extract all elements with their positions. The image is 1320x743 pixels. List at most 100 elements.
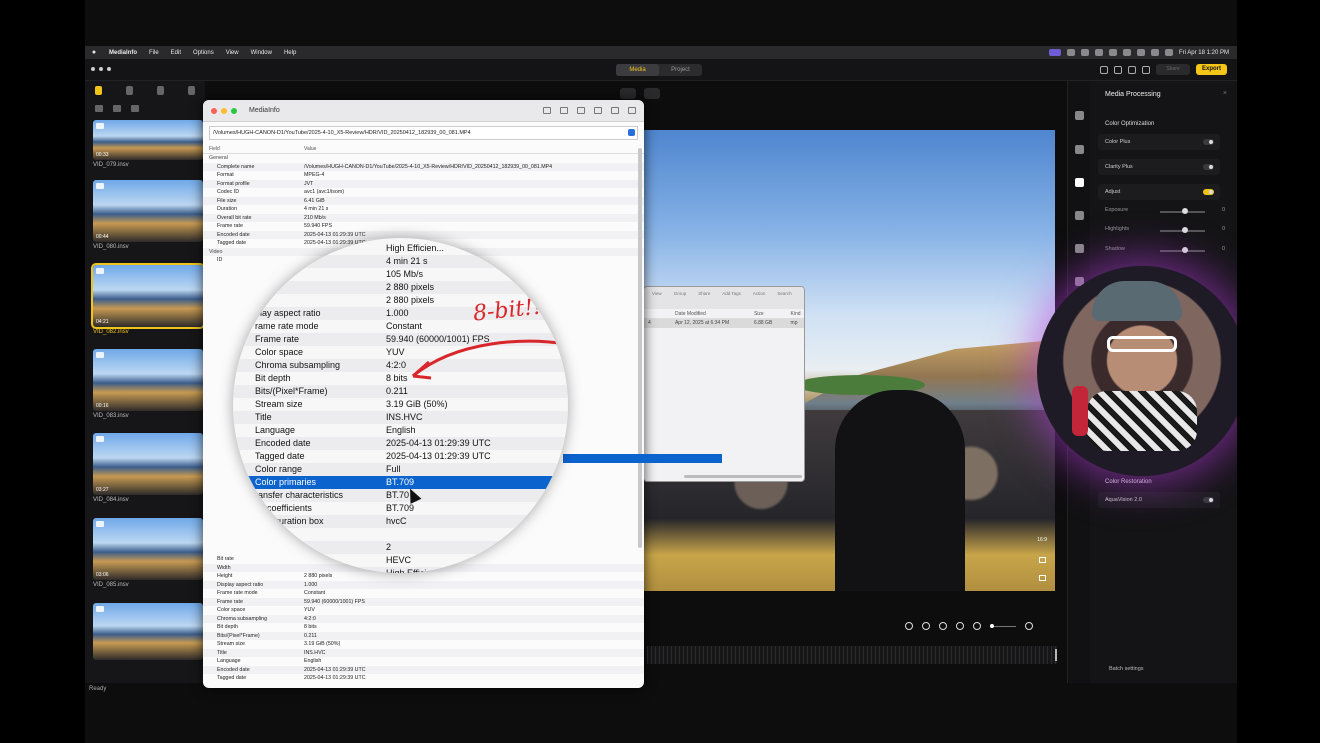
- column-header[interactable]: [648, 309, 675, 318]
- info-row[interactable]: Codec ID avc1 (avc1/isom): [203, 188, 644, 197]
- menu-window[interactable]: Window: [245, 50, 278, 56]
- html-view-icon[interactable]: [594, 107, 602, 114]
- close-icon[interactable]: [211, 107, 217, 114]
- column-header-field[interactable]: Field: [209, 144, 304, 153]
- tree-view-icon[interactable]: [577, 107, 585, 114]
- edit-icon[interactable]: [1113, 65, 1122, 74]
- info-row[interactable]: Stream size 3.19 GiB (50%): [203, 640, 644, 649]
- menu-app-name[interactable]: MediaInfo: [103, 50, 143, 56]
- eye-icon[interactable]: [644, 88, 660, 99]
- timeline-waveform[interactable]: [647, 646, 1057, 664]
- menu-file[interactable]: File: [143, 50, 165, 56]
- menu-options[interactable]: Options: [187, 50, 220, 56]
- sheet-view-icon[interactable]: [560, 107, 568, 114]
- chevron-down-icon[interactable]: [628, 129, 635, 136]
- info-row[interactable]: Frame rate 59.940 (60000/1001) FPS: [203, 597, 644, 606]
- clarity-plus-toggle[interactable]: [1203, 164, 1214, 170]
- info-row[interactable]: Format profile JVT: [203, 179, 644, 188]
- clip-item-selected[interactable]: 04:21 VID_082.insv: [91, 263, 205, 335]
- aspect-ratio-label[interactable]: 16:9: [1037, 537, 1047, 543]
- wifi-icon[interactable]: [1122, 49, 1131, 56]
- finder-scrollbar[interactable]: [684, 475, 802, 478]
- slider-knob[interactable]: [1182, 227, 1188, 233]
- info-row[interactable]: Encoded date 2025-04-13 01:29:39 UTC: [203, 665, 644, 674]
- finder-group-button[interactable]: Group: [674, 291, 687, 309]
- color-plus-toggle[interactable]: [1203, 139, 1214, 145]
- battery-icon[interactable]: [1136, 49, 1145, 56]
- info-row[interactable]: Frame rate mode Constant: [203, 589, 644, 598]
- finder-action-button[interactable]: Action: [753, 291, 766, 309]
- window-controls[interactable]: [91, 67, 111, 71]
- file-path-select[interactable]: /Volumes/HUGH-CANON-D1/YouTube/2025-4-10…: [209, 126, 638, 140]
- info-row[interactable]: Title INS.HVC: [203, 648, 644, 657]
- column-header[interactable]: Date Modified: [675, 309, 754, 318]
- more-icon[interactable]: [611, 107, 619, 114]
- clip-item[interactable]: [93, 603, 203, 660]
- info-row[interactable]: Frame rate 59.940 FPS: [203, 222, 644, 231]
- column-header-value[interactable]: Value: [304, 144, 316, 153]
- menu-view[interactable]: View: [220, 50, 245, 56]
- info-row[interactable]: Language English: [203, 657, 644, 666]
- import-icon[interactable]: [188, 86, 195, 95]
- color-plus-row[interactable]: Color Plus: [1098, 134, 1220, 150]
- clip-item[interactable]: 00:16 VID_083.insv: [93, 349, 203, 419]
- tab-project[interactable]: Project: [659, 64, 702, 76]
- column-header[interactable]: Size: [754, 309, 791, 318]
- audio-icon[interactable]: [1075, 211, 1084, 220]
- status-icon[interactable]: [1108, 49, 1117, 56]
- info-row[interactable]: Duration 4 min 21 s: [203, 205, 644, 214]
- share-button[interactable]: Share: [1155, 64, 1190, 75]
- minimize-icon[interactable]: [221, 107, 227, 114]
- info-row[interactable]: File size 6.41 GiB: [203, 196, 644, 205]
- aquavision-toggle[interactable]: [1203, 497, 1214, 503]
- run-icon[interactable]: [956, 622, 964, 630]
- finder-tags-button[interactable]: Add Tags: [722, 291, 741, 309]
- zoom-out-icon[interactable]: [973, 622, 981, 630]
- tab-media[interactable]: Media: [616, 64, 659, 76]
- status-icon[interactable]: [1094, 49, 1103, 56]
- status-icon[interactable]: [1080, 49, 1089, 56]
- mediainfo-scrollbar[interactable]: [638, 148, 642, 548]
- apple-icon[interactable]: ●: [85, 49, 103, 56]
- search-icon[interactable]: [1150, 49, 1159, 56]
- layout-icon[interactable]: [1099, 65, 1108, 74]
- clip-item[interactable]: 00:33 VID_079.insv: [93, 120, 203, 168]
- info-row[interactable]: Chroma subsampling 4:2:0: [203, 614, 644, 623]
- clip-item[interactable]: 03:06 VID_085.insv: [93, 518, 203, 588]
- crop-icon[interactable]: [620, 88, 636, 99]
- info-row[interactable]: Height 2 880 pixels: [203, 572, 644, 581]
- zoom-slider[interactable]: [990, 623, 1016, 628]
- control-center-icon[interactable]: [1164, 49, 1173, 56]
- easy-view-icon[interactable]: [543, 107, 551, 114]
- info-row[interactable]: Complete name/Volumes/HUGH-CANON-D1/YouT…: [203, 162, 644, 171]
- export-button[interactable]: Export: [1195, 64, 1227, 75]
- close-icon[interactable]: ×: [1223, 90, 1227, 97]
- adjust-toggle[interactable]: [1203, 189, 1214, 195]
- clip-item[interactable]: 00:44 VID_080.insv: [93, 180, 203, 250]
- color-adjust-icon[interactable]: [1075, 178, 1084, 187]
- screen-record-icon[interactable]: [1048, 49, 1061, 56]
- zoom-icon[interactable]: [231, 107, 237, 114]
- menubar-clock[interactable]: Fri Apr 18 1:20 PM: [1179, 50, 1229, 56]
- info-row[interactable]: Display aspect ratio 1.000: [203, 580, 644, 589]
- slider-knob[interactable]: [1182, 247, 1188, 253]
- flash-icon[interactable]: [939, 622, 947, 630]
- clarity-plus-row[interactable]: Clarity Plus: [1098, 159, 1220, 175]
- detail-view-icon[interactable]: [131, 105, 139, 112]
- info-row[interactable]: General: [203, 154, 644, 163]
- list-view-icon[interactable]: [113, 105, 121, 112]
- column-header[interactable]: Kind: [791, 309, 804, 318]
- badge-icon[interactable]: [1127, 65, 1136, 74]
- status-icon[interactable]: [1066, 49, 1075, 56]
- info-row[interactable]: Format MPEG-4: [203, 171, 644, 180]
- clip-item[interactable]: 03:27 VID_084.insv: [93, 433, 203, 503]
- fullscreen-icon[interactable]: [1039, 575, 1046, 581]
- album-icon[interactable]: [126, 86, 133, 95]
- menu-edit[interactable]: Edit: [165, 50, 187, 56]
- menu-help[interactable]: Help: [278, 50, 302, 56]
- finder-search-button[interactable]: Search: [777, 291, 791, 309]
- adjust-row[interactable]: Adjust: [1098, 184, 1220, 200]
- add-icon[interactable]: [905, 622, 913, 630]
- export-icon[interactable]: [1075, 244, 1084, 253]
- puzzle-icon[interactable]: [1075, 145, 1084, 154]
